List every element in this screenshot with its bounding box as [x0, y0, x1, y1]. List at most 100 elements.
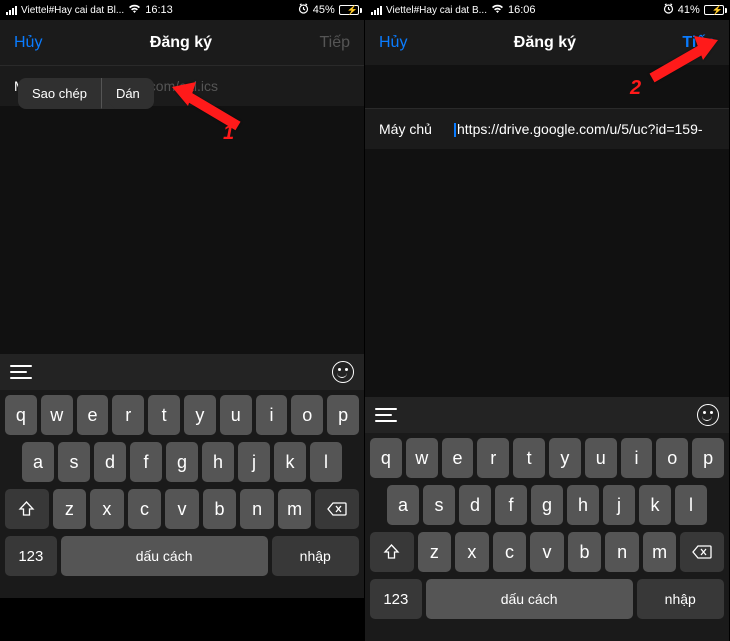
- space-key[interactable]: dấu cách: [61, 536, 268, 576]
- key-q[interactable]: q: [370, 438, 402, 478]
- key-c[interactable]: c: [128, 489, 162, 529]
- keyboard-suggestion-bar: [0, 354, 364, 390]
- key-a[interactable]: a: [22, 442, 54, 482]
- keyboard-row-3: z x c v b n m: [3, 489, 361, 529]
- key-d[interactable]: d: [94, 442, 126, 482]
- wifi-icon: [128, 4, 141, 17]
- key-r[interactable]: r: [477, 438, 509, 478]
- key-y[interactable]: y: [184, 395, 216, 435]
- key-y[interactable]: y: [549, 438, 581, 478]
- key-n[interactable]: n: [605, 532, 639, 572]
- page-title: Đăng ký: [150, 34, 212, 52]
- key-l[interactable]: l: [675, 485, 707, 525]
- next-button[interactable]: Tiếp: [319, 34, 350, 52]
- shift-key[interactable]: [5, 489, 49, 529]
- key-h[interactable]: h: [202, 442, 234, 482]
- backspace-key[interactable]: [680, 532, 724, 572]
- key-c[interactable]: c: [493, 532, 527, 572]
- key-m[interactable]: m: [278, 489, 312, 529]
- key-m[interactable]: m: [643, 532, 677, 572]
- shift-key[interactable]: [370, 532, 414, 572]
- backspace-key[interactable]: [315, 489, 359, 529]
- annotation-number-2: 2: [630, 77, 641, 100]
- key-u[interactable]: u: [220, 395, 252, 435]
- keyboard: q w e r t y u i o p a s d f g h j k l z: [365, 433, 729, 641]
- copy-menu-item[interactable]: Sao chép: [18, 78, 101, 109]
- battery-icon: ⚡: [339, 5, 358, 16]
- key-v[interactable]: v: [530, 532, 564, 572]
- space-key[interactable]: dấu cách: [426, 579, 633, 619]
- screen-left: Viettel#Hay cai dat Bl... 16:13 45% ⚡ Hủ…: [0, 0, 365, 597]
- keyboard-row-2: a s d f g h j k l: [3, 442, 361, 482]
- key-v[interactable]: v: [165, 489, 199, 529]
- keyboard-menu-icon[interactable]: [10, 365, 32, 379]
- key-b[interactable]: b: [203, 489, 237, 529]
- key-t[interactable]: t: [513, 438, 545, 478]
- key-o[interactable]: o: [656, 438, 688, 478]
- key-p[interactable]: p: [327, 395, 359, 435]
- numbers-key[interactable]: 123: [5, 536, 57, 576]
- battery-percent: 45%: [313, 4, 335, 16]
- key-j[interactable]: j: [238, 442, 270, 482]
- alarm-icon: [298, 3, 309, 17]
- carrier-text: Viettel#Hay cai dat Bl...: [21, 5, 124, 16]
- alarm-icon: [663, 3, 674, 17]
- server-input[interactable]: https://drive.google.com/u/5/uc?id=159-: [454, 121, 715, 137]
- key-z[interactable]: z: [418, 532, 452, 572]
- keyboard-menu-icon[interactable]: [375, 408, 397, 422]
- key-e[interactable]: e: [442, 438, 474, 478]
- key-f[interactable]: f: [130, 442, 162, 482]
- status-bar: Viettel#Hay cai dat B... 16:06 41% ⚡: [365, 0, 729, 20]
- key-u[interactable]: u: [585, 438, 617, 478]
- key-i[interactable]: i: [256, 395, 288, 435]
- carrier-text: Viettel#Hay cai dat B...: [386, 5, 487, 16]
- key-t[interactable]: t: [148, 395, 180, 435]
- status-bar: Viettel#Hay cai dat Bl... 16:13 45% ⚡: [0, 0, 364, 20]
- keyboard: q w e r t y u i o p a s d f g h j k l z: [0, 390, 364, 598]
- keyboard-suggestion-bar: [365, 397, 729, 433]
- server-field-row[interactable]: Máy chủ https://drive.google.com/u/5/uc?…: [365, 109, 729, 149]
- key-e[interactable]: e: [77, 395, 109, 435]
- emoji-icon[interactable]: [332, 361, 354, 383]
- key-s[interactable]: s: [423, 485, 455, 525]
- key-g[interactable]: g: [531, 485, 563, 525]
- server-label: Máy chủ: [379, 121, 454, 137]
- content-area: [0, 106, 364, 354]
- cancel-button[interactable]: Hủy: [379, 34, 407, 52]
- keyboard-row-3: z x c v b n m: [368, 532, 726, 572]
- key-p[interactable]: p: [692, 438, 724, 478]
- key-i[interactable]: i: [621, 438, 653, 478]
- key-r[interactable]: r: [112, 395, 144, 435]
- key-f[interactable]: f: [495, 485, 527, 525]
- key-w[interactable]: w: [41, 395, 73, 435]
- key-k[interactable]: k: [274, 442, 306, 482]
- numbers-key[interactable]: 123: [370, 579, 422, 619]
- keyboard-row-2: a s d f g h j k l: [368, 485, 726, 525]
- key-a[interactable]: a: [387, 485, 419, 525]
- key-k[interactable]: k: [639, 485, 671, 525]
- emoji-icon[interactable]: [697, 404, 719, 426]
- key-s[interactable]: s: [58, 442, 90, 482]
- key-l[interactable]: l: [310, 442, 342, 482]
- key-q[interactable]: q: [5, 395, 37, 435]
- key-n[interactable]: n: [240, 489, 274, 529]
- key-g[interactable]: g: [166, 442, 198, 482]
- key-x[interactable]: x: [455, 532, 489, 572]
- return-key[interactable]: nhập: [637, 579, 725, 619]
- key-b[interactable]: b: [568, 532, 602, 572]
- key-z[interactable]: z: [53, 489, 87, 529]
- annotation-arrow-1: [168, 78, 246, 138]
- annotation-arrow-2: [644, 33, 724, 90]
- key-x[interactable]: x: [90, 489, 124, 529]
- cancel-button[interactable]: Hủy: [14, 34, 42, 52]
- clock-time: 16:06: [508, 4, 536, 16]
- signal-icon: [371, 6, 382, 15]
- context-menu: Sao chép Dán: [18, 78, 154, 109]
- key-d[interactable]: d: [459, 485, 491, 525]
- key-w[interactable]: w: [406, 438, 438, 478]
- key-o[interactable]: o: [291, 395, 323, 435]
- key-j[interactable]: j: [603, 485, 635, 525]
- signal-icon: [6, 6, 17, 15]
- return-key[interactable]: nhập: [272, 536, 360, 576]
- key-h[interactable]: h: [567, 485, 599, 525]
